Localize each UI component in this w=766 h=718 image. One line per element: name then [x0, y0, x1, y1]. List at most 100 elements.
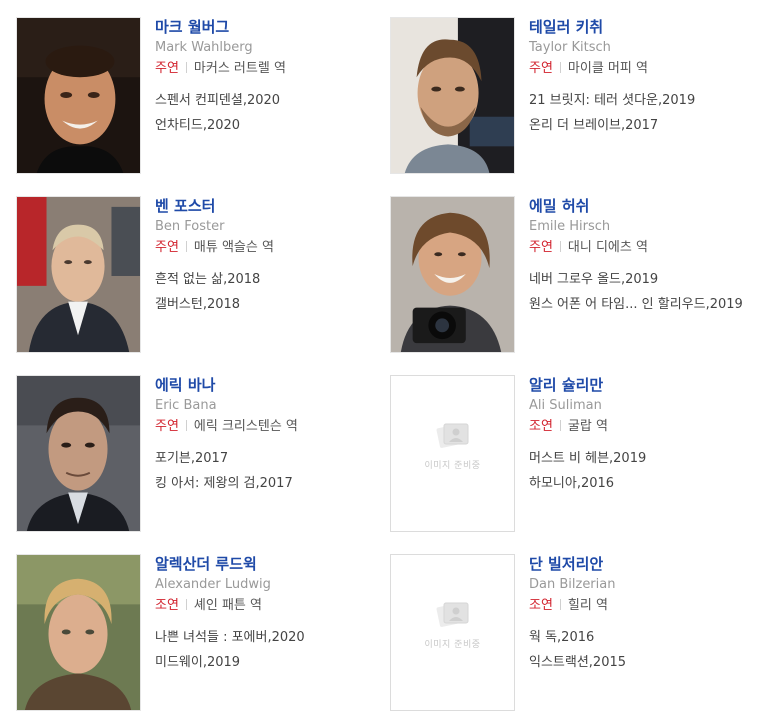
filmography-item[interactable]: 포기븐,2017 [155, 450, 370, 468]
role-line: 주연 대니 디에츠 역 [529, 239, 754, 257]
cast-card: 에릭 바나 Eric Bana 주연 에릭 크리스텐슨 역 포기븐,2017 킹 … [16, 375, 376, 535]
filmography: 머스트 비 헤븐,2019 하모니아,2016 [529, 450, 754, 493]
filmography: 웍 독,2016 익스트랙션,2015 [529, 629, 754, 672]
role-line: 주연 매튜 액슬슨 역 [155, 239, 380, 257]
actor-photo[interactable] [390, 196, 515, 353]
role-type: 주연 [155, 61, 179, 76]
image-placeholder-icon [436, 420, 470, 450]
divider [185, 241, 187, 252]
actor-name-english: Ali Suliman [529, 398, 602, 413]
cast-card: 테일러 키취 Taylor Kitsch 주연 마이클 머피 역 21 브릿지: … [390, 17, 750, 177]
actor-name-english: Alexander Ludwig [155, 577, 271, 592]
cast-card: 마크 월버그 Mark Wahlberg 주연 마커스 러트렐 역 스펜서 컨피덴… [16, 17, 376, 177]
actor-name-korean[interactable]: 벤 포스터 [155, 196, 380, 216]
role-type: 주연 [155, 419, 179, 434]
actor-name-korean[interactable]: 단 빌저리안 [529, 554, 754, 574]
actor-name-korean[interactable]: 알리 슐리만 [529, 375, 754, 395]
role-type: 조연 [155, 598, 179, 613]
filmography-item[interactable]: 언차티드,2020 [155, 117, 370, 135]
divider [185, 420, 187, 431]
divider [559, 599, 561, 610]
role-type: 조연 [529, 598, 553, 613]
actor-name-korean[interactable]: 에밀 허쉬 [529, 196, 754, 216]
filmography-item[interactable]: 갤버스턴,2018 [155, 296, 370, 314]
filmography-item[interactable]: 나쁜 녀석들 : 포에버,2020 [155, 629, 370, 647]
actor-name-korean[interactable]: 에릭 바나 [155, 375, 380, 395]
actor-info: 단 빌저리안 Dan Bilzerian 조연 힐리 역 웍 독,2016 익스트… [529, 554, 754, 679]
cast-card: 에밀 허쉬 Emile Hirsch 주연 대니 디에츠 역 네버 그로우 올드,… [390, 196, 750, 356]
actor-name-english: Emile Hirsch [529, 219, 611, 234]
filmography: 네버 그로우 올드,2019 원스 어폰 어 타임... 인 할리우드,2019 [529, 271, 754, 314]
divider [185, 62, 187, 73]
character-name: 매튜 액슬슨 역 [193, 240, 274, 255]
divider [559, 241, 561, 252]
image-placeholder-icon [436, 599, 470, 629]
role-type: 조연 [529, 419, 553, 434]
actor-photo[interactable] [16, 196, 141, 353]
character-name: 셰인 패튼 역 [193, 598, 262, 613]
actor-info: 마크 월버그 Mark Wahlberg 주연 마커스 러트렐 역 스펜서 컨피덴… [155, 17, 380, 142]
actor-name-english: Mark Wahlberg [155, 40, 253, 55]
role-line: 주연 에릭 크리스텐슨 역 [155, 418, 380, 436]
actor-info: 테일러 키취 Taylor Kitsch 주연 마이클 머피 역 21 브릿지: … [529, 17, 754, 142]
character-name: 마이클 머피 역 [567, 61, 648, 76]
actor-info: 알렉산더 루드윅 Alexander Ludwig 조연 셰인 패튼 역 나쁜 녀… [155, 554, 380, 679]
role-type: 주연 [529, 240, 553, 255]
filmography: 흔적 없는 삶,2018 갤버스턴,2018 [155, 271, 380, 314]
actor-photo[interactable] [16, 554, 141, 711]
actor-name-english: Ben Foster [155, 219, 225, 234]
image-placeholder-text: 이미지 준비중 [424, 461, 481, 471]
filmography-item[interactable]: 21 브릿지: 테러 셧다운,2019 [529, 92, 744, 110]
filmography-item[interactable]: 스펜서 컨피덴셜,2020 [155, 92, 370, 110]
divider [559, 420, 561, 431]
character-name: 마커스 러트렐 역 [193, 61, 286, 76]
filmography-item[interactable]: 온리 더 브레이브,2017 [529, 117, 744, 135]
filmography: 스펜서 컨피덴셜,2020 언차티드,2020 [155, 92, 380, 135]
character-name: 힐리 역 [567, 598, 608, 613]
filmography-item[interactable]: 하모니아,2016 [529, 475, 744, 493]
cast-card: 이미지 준비중 알리 슐리만 Ali Suliman 조연 굴랍 역 머스트 비 … [390, 375, 750, 535]
role-line: 조연 굴랍 역 [529, 418, 754, 436]
divider [559, 62, 561, 73]
filmography-item[interactable]: 흔적 없는 삶,2018 [155, 271, 370, 289]
role-line: 주연 마커스 러트렐 역 [155, 60, 380, 78]
actor-name-english: Dan Bilzerian [529, 577, 616, 592]
actor-info: 에릭 바나 Eric Bana 주연 에릭 크리스텐슨 역 포기븐,2017 킹 … [155, 375, 380, 500]
role-type: 주연 [155, 240, 179, 255]
role-line: 조연 힐리 역 [529, 597, 754, 615]
filmography: 포기븐,2017 킹 아서: 제왕의 검,2017 [155, 450, 380, 493]
actor-info: 에밀 허쉬 Emile Hirsch 주연 대니 디에츠 역 네버 그로우 올드,… [529, 196, 754, 314]
actor-photo[interactable] [16, 17, 141, 174]
actor-photo-placeholder[interactable]: 이미지 준비중 [390, 554, 515, 711]
cast-card: 벤 포스터 Ben Foster 주연 매튜 액슬슨 역 흔적 없는 삶,2018… [16, 196, 376, 356]
cast-card: 알렉산더 루드윅 Alexander Ludwig 조연 셰인 패튼 역 나쁜 녀… [16, 554, 376, 714]
cast-grid: 마크 월버그 Mark Wahlberg 주연 마커스 러트렐 역 스펜서 컨피덴… [0, 0, 766, 718]
filmography: 21 브릿지: 테러 셧다운,2019 온리 더 브레이브,2017 [529, 92, 754, 135]
filmography-item[interactable]: 미드웨이,2019 [155, 654, 370, 672]
role-line: 조연 셰인 패튼 역 [155, 597, 380, 615]
actor-info: 알리 슐리만 Ali Suliman 조연 굴랍 역 머스트 비 헤븐,2019 … [529, 375, 754, 500]
image-placeholder-text: 이미지 준비중 [424, 640, 481, 650]
role-line: 주연 마이클 머피 역 [529, 60, 754, 78]
divider [185, 599, 187, 610]
actor-name-korean[interactable]: 알렉산더 루드윅 [155, 554, 380, 574]
filmography-item[interactable]: 킹 아서: 제왕의 검,2017 [155, 475, 370, 493]
actor-name-korean[interactable]: 테일러 키취 [529, 17, 754, 37]
character-name: 대니 디에츠 역 [567, 240, 648, 255]
filmography: 나쁜 녀석들 : 포에버,2020 미드웨이,2019 [155, 629, 380, 672]
filmography-item[interactable]: 원스 어폰 어 타임... 인 할리우드,2019 [529, 296, 744, 314]
actor-name-english: Taylor Kitsch [529, 40, 611, 55]
actor-photo[interactable] [16, 375, 141, 532]
actor-photo-placeholder[interactable]: 이미지 준비중 [390, 375, 515, 532]
filmography-item[interactable]: 웍 독,2016 [529, 629, 744, 647]
filmography-item[interactable]: 네버 그로우 올드,2019 [529, 271, 744, 289]
cast-card: 이미지 준비중 단 빌저리안 Dan Bilzerian 조연 힐리 역 웍 독,… [390, 554, 750, 714]
actor-name-korean[interactable]: 마크 월버그 [155, 17, 380, 37]
actor-photo[interactable] [390, 17, 515, 174]
filmography-item[interactable]: 익스트랙션,2015 [529, 654, 744, 672]
actor-name-english: Eric Bana [155, 398, 217, 413]
character-name: 에릭 크리스텐슨 역 [193, 419, 298, 434]
character-name: 굴랍 역 [567, 419, 608, 434]
role-type: 주연 [529, 61, 553, 76]
filmography-item[interactable]: 머스트 비 헤븐,2019 [529, 450, 744, 468]
